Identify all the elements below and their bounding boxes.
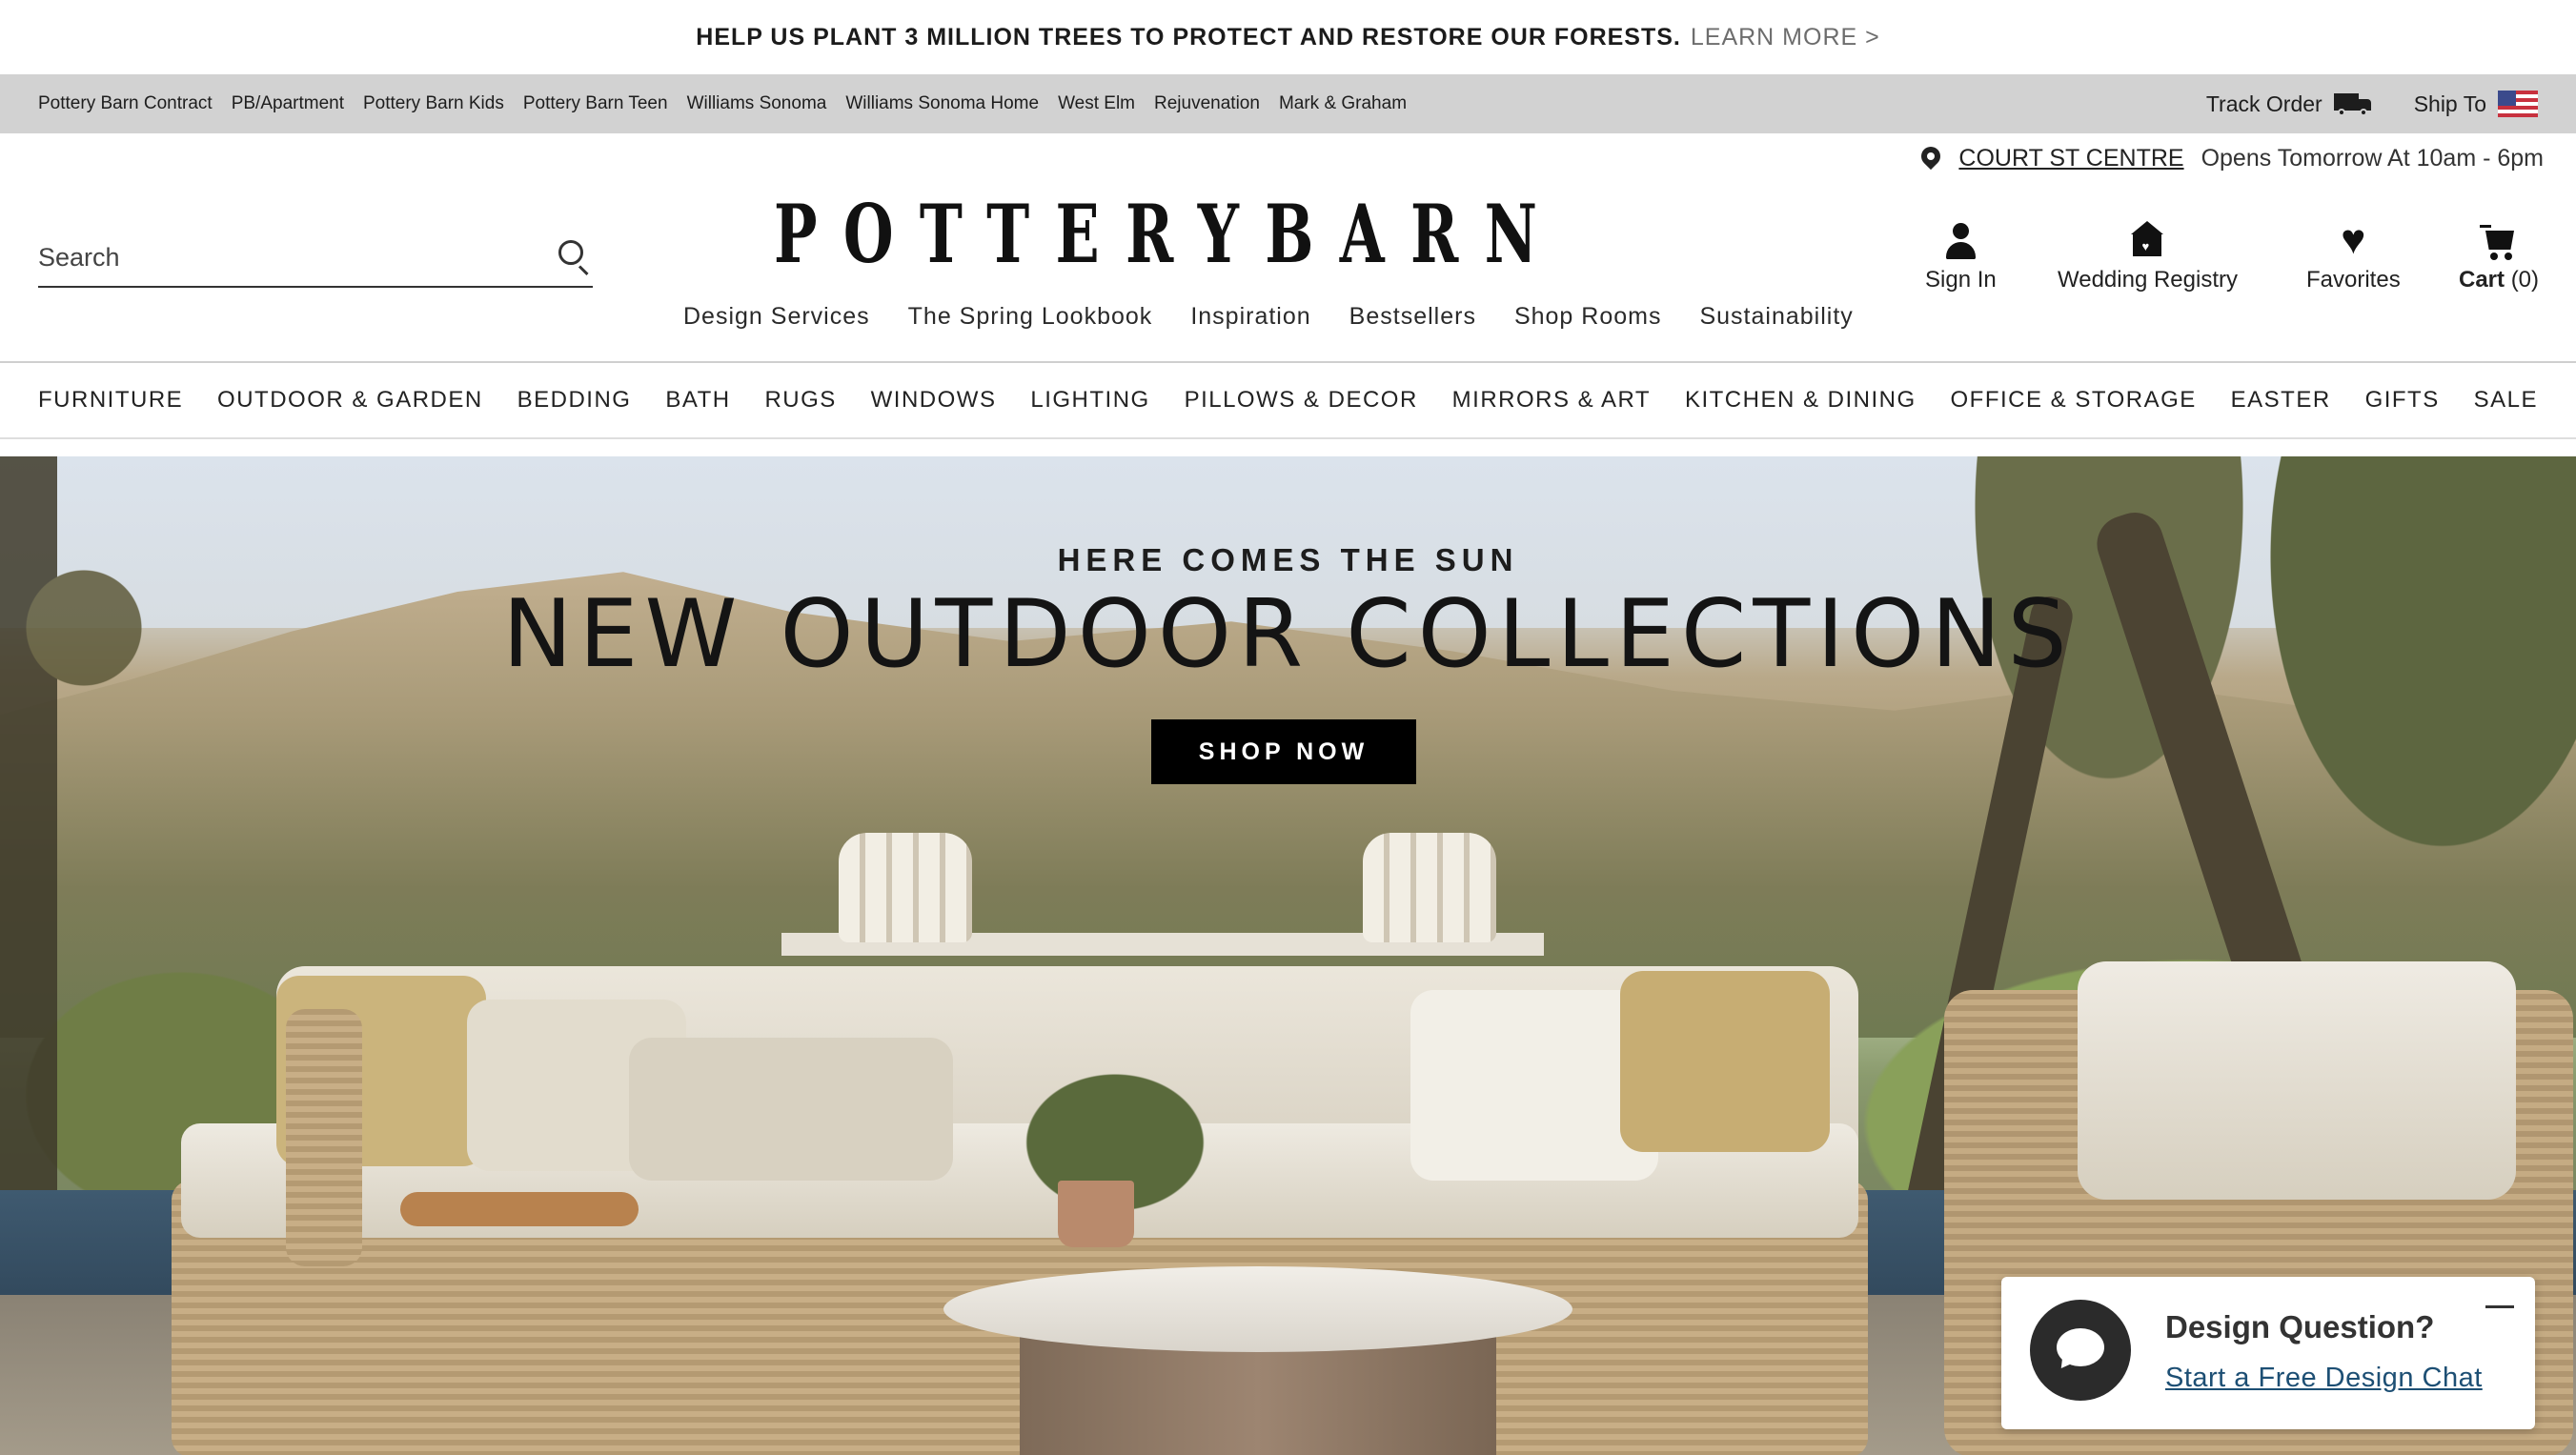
hero-headline: NEW OUTDOOR COLLECTIONS bbox=[502, 580, 2074, 689]
category-item[interactable]: MIRRORS & ART bbox=[1452, 387, 1651, 414]
brand-link[interactable]: PB/Apartment bbox=[232, 93, 344, 114]
truck-icon bbox=[2333, 91, 2372, 116]
us-flag-icon bbox=[2498, 91, 2538, 117]
cart-label: Cart (0) bbox=[2459, 267, 2539, 293]
cart-count: (0) bbox=[2510, 267, 2540, 293]
store-locator: COURT ST CENTRE Opens Tomorrow At 10am -… bbox=[1920, 143, 2544, 173]
search-icon[interactable] bbox=[555, 238, 593, 276]
subnav-item[interactable]: Design Services bbox=[683, 303, 870, 331]
brand-link[interactable]: Pottery Barn Contract bbox=[38, 93, 213, 114]
category-item[interactable]: LIGHTING bbox=[1030, 387, 1149, 414]
cart-text: Cart bbox=[2459, 267, 2505, 293]
subnav-item[interactable]: The Spring Lookbook bbox=[908, 303, 1153, 331]
heart-icon: ♥ bbox=[2341, 216, 2366, 263]
brand-link[interactable]: Pottery Barn Teen bbox=[523, 93, 668, 114]
brand-link[interactable]: Mark & Graham bbox=[1279, 93, 1407, 114]
subnav-item[interactable]: Bestsellers bbox=[1349, 303, 1476, 331]
person-icon bbox=[1941, 221, 1979, 261]
search-input[interactable] bbox=[38, 242, 555, 273]
brand-link[interactable]: Williams Sonoma bbox=[687, 93, 827, 114]
sign-in-label: Sign In bbox=[1925, 267, 1997, 293]
search-bar bbox=[38, 229, 593, 288]
promo-message: HELP US PLANT 3 MILLION TREES TO PROTECT… bbox=[696, 23, 1681, 51]
category-item[interactable]: BEDDING bbox=[517, 387, 632, 414]
registry-house-icon: ♥ bbox=[2128, 221, 2166, 261]
subnav-item[interactable]: Shop Rooms bbox=[1514, 303, 1662, 331]
hero-eyebrow: HERE COMES THE SUN bbox=[1057, 542, 1519, 577]
tray-image bbox=[400, 1192, 639, 1226]
category-item[interactable]: KITCHEN & DINING bbox=[1685, 387, 1917, 414]
pottery-barn-logo[interactable]: POTTERYBARN bbox=[774, 187, 1563, 281]
brand-link[interactable]: Pottery Barn Kids bbox=[363, 93, 504, 114]
brand-link[interactable]: West Elm bbox=[1058, 93, 1135, 114]
armchair-cushion bbox=[2078, 961, 2516, 1200]
ship-to-selector[interactable]: Ship To bbox=[2414, 91, 2538, 117]
subnav-item[interactable]: Inspiration bbox=[1190, 303, 1310, 331]
store-hours: Opens Tomorrow At 10am - 6pm bbox=[2201, 144, 2544, 172]
pillow-image bbox=[1620, 971, 1830, 1152]
start-design-chat-link[interactable]: Start a Free Design Chat bbox=[2165, 1363, 2483, 1394]
category-item[interactable]: OFFICE & STORAGE bbox=[1951, 387, 2197, 414]
brand-bar: Pottery Barn Contract PB/Apartment Potte… bbox=[0, 74, 2576, 133]
coffee-table-top bbox=[943, 1266, 1572, 1352]
brand-link[interactable]: Williams Sonoma Home bbox=[845, 93, 1039, 114]
shop-now-button[interactable]: SHOP NOW bbox=[1151, 719, 1416, 784]
category-item[interactable]: BATH bbox=[665, 387, 730, 414]
promo-banner: HELP US PLANT 3 MILLION TREES TO PROTECT… bbox=[0, 0, 2576, 74]
category-item[interactable]: SALE bbox=[2474, 387, 2538, 414]
sofa-arm bbox=[286, 1009, 362, 1266]
lantern-image bbox=[839, 833, 972, 942]
cart-button[interactable]: Cart (0) bbox=[2459, 221, 2539, 293]
location-pin-icon bbox=[1920, 143, 1941, 173]
store-name-link[interactable]: COURT ST CENTRE bbox=[1958, 145, 2183, 172]
category-item[interactable]: RUGS bbox=[764, 387, 836, 414]
planter-image bbox=[1058, 1181, 1134, 1247]
category-item[interactable]: OUTDOOR & GARDEN bbox=[217, 387, 483, 414]
track-order-link[interactable]: Track Order bbox=[2206, 91, 2372, 117]
lantern-image bbox=[1363, 833, 1496, 942]
wedding-registry-button[interactable]: ♥ Wedding Registry bbox=[2058, 221, 2238, 293]
subnav-item[interactable]: Sustainability bbox=[1699, 303, 1853, 331]
chat-title: Design Question? bbox=[2165, 1309, 2435, 1344]
category-item[interactable]: PILLOWS & DECOR bbox=[1185, 387, 1418, 414]
learn-more-link[interactable]: LEARN MORE > bbox=[1691, 24, 1880, 51]
design-chat-widget: Design Question? Start a Free Design Cha… bbox=[2001, 1277, 2535, 1429]
minimize-icon[interactable] bbox=[2485, 1305, 2514, 1308]
registry-label: Wedding Registry bbox=[2058, 267, 2238, 293]
cart-icon bbox=[2480, 221, 2518, 261]
chat-bubble-icon[interactable] bbox=[2030, 1300, 2131, 1401]
pillow-image bbox=[629, 1038, 953, 1181]
category-item[interactable]: GIFTS bbox=[2365, 387, 2440, 414]
ship-to-label: Ship To bbox=[2413, 91, 2486, 116]
category-item[interactable]: WINDOWS bbox=[871, 387, 997, 414]
category-nav: FURNITURE OUTDOOR & GARDEN BEDDING BATH … bbox=[0, 363, 2576, 439]
track-order-label: Track Order bbox=[2205, 91, 2322, 116]
favorites-label: Favorites bbox=[2306, 267, 2401, 293]
secondary-nav: Design Services The Spring Lookbook Insp… bbox=[683, 303, 1854, 331]
brand-links: Pottery Barn Contract PB/Apartment Potte… bbox=[38, 93, 1407, 114]
brand-link[interactable]: Rejuvenation bbox=[1154, 93, 1260, 114]
sign-in-button[interactable]: Sign In bbox=[1925, 221, 1997, 293]
favorites-button[interactable]: ♥ Favorites bbox=[2306, 216, 2401, 293]
category-item[interactable]: EASTER bbox=[2231, 387, 2331, 414]
category-item[interactable]: FURNITURE bbox=[38, 387, 183, 414]
